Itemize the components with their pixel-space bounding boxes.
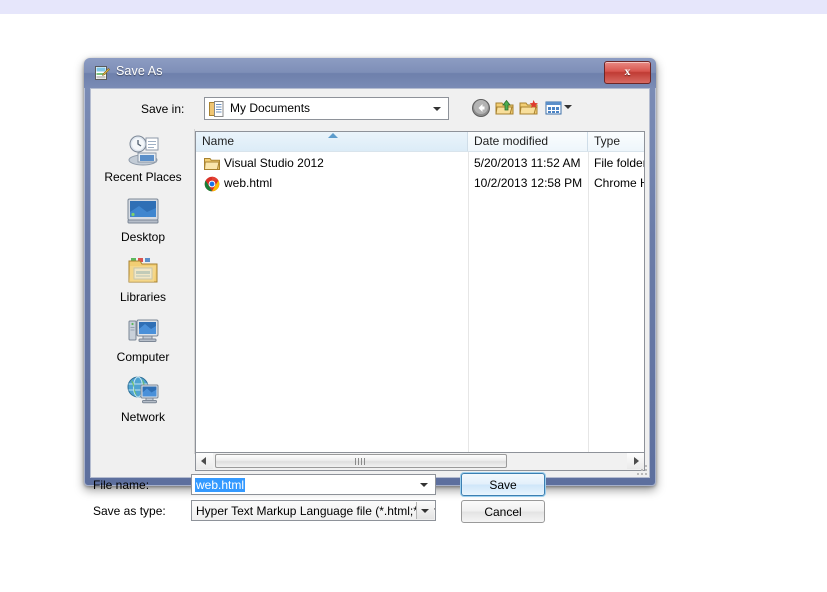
- chevron-down-icon: [421, 509, 429, 513]
- network-icon: [125, 373, 161, 409]
- save-button[interactable]: Save: [461, 473, 545, 496]
- place-label: Network: [120, 410, 165, 424]
- file-date-modified: 5/20/2013 11:52 AM: [474, 156, 581, 170]
- place-desktop[interactable]: Desktop: [92, 193, 194, 244]
- libraries-icon: [125, 253, 161, 289]
- new-folder-icon[interactable]: [518, 97, 540, 119]
- dialog-client-area: Save in: My Documents Recent Places Desk…: [90, 88, 650, 523]
- save-as-type-value: Hyper Text Markup Language file (*.html;…: [196, 504, 436, 518]
- dropdown-button[interactable]: [416, 502, 434, 519]
- places-sidebar: Recent Places Desktop Libraries Computer…: [92, 129, 195, 454]
- file-list[interactable]: Name Date modified Type Visual Studio 20…: [195, 131, 645, 453]
- place-recent-places[interactable]: Recent Places: [92, 133, 194, 184]
- file-date-modified: 10/2/2013 12:58 PM: [474, 176, 583, 190]
- chrome-icon: [204, 176, 220, 192]
- file-name: Visual Studio 2012: [224, 156, 324, 170]
- column-separator: [468, 151, 469, 452]
- save-as-type-label: Save as type:: [93, 504, 166, 518]
- up-folder-icon[interactable]: [494, 97, 516, 119]
- folder-icon: [203, 156, 220, 172]
- file-name-input[interactable]: web.html: [191, 474, 436, 495]
- file-type: Chrome H: [594, 176, 645, 190]
- views-dropdown-arrow-icon[interactable]: [564, 105, 572, 109]
- place-network[interactable]: Network: [92, 373, 194, 424]
- scrollbar-thumb[interactable]: [215, 454, 507, 468]
- file-type: File folder: [594, 156, 645, 170]
- file-list-header: Name Date modified Type: [196, 132, 644, 152]
- views-icon[interactable]: [542, 97, 564, 119]
- cancel-button[interactable]: Cancel: [461, 500, 545, 523]
- place-label: Libraries: [119, 290, 167, 304]
- file-name-label: File name:: [93, 478, 150, 492]
- save-in-combobox[interactable]: My Documents: [204, 97, 449, 120]
- sort-ascending-icon: [328, 133, 338, 138]
- column-separator: [588, 151, 589, 452]
- file-name: web.html: [224, 176, 273, 190]
- column-header-date-modified[interactable]: Date modified: [468, 132, 588, 151]
- dialog-titlebar[interactable]: Save As x: [84, 58, 656, 88]
- horizontal-scrollbar[interactable]: [195, 453, 645, 471]
- place-libraries[interactable]: Libraries: [92, 253, 194, 304]
- dialog-title: Save As: [116, 64, 163, 78]
- save-in-value: My Documents: [230, 101, 311, 115]
- desktop-icon: [125, 193, 161, 229]
- resize-grip[interactable]: [635, 463, 647, 475]
- notepad-document-icon: [94, 65, 110, 81]
- file-name-value: web.html: [195, 478, 246, 492]
- chevron-down-icon: [433, 107, 441, 111]
- table-row[interactable]: web.html 10/2/2013 12:58 PM Chrome H: [196, 174, 644, 194]
- save-as-type-select[interactable]: Hyper Text Markup Language file (*.html;…: [191, 500, 436, 521]
- table-row[interactable]: Visual Studio 2012 5/20/2013 11:52 AM Fi…: [196, 154, 644, 174]
- save-as-dialog: Save As x Save in: My Documents Recent P…: [84, 58, 656, 523]
- place-label: Recent Places: [104, 170, 182, 184]
- triangle-left-icon: [201, 457, 206, 465]
- folder-documents-icon: [209, 101, 224, 117]
- grip-icon: [355, 458, 367, 465]
- column-header-type[interactable]: Type: [588, 132, 644, 151]
- back-icon[interactable]: [470, 97, 492, 119]
- place-computer[interactable]: Computer: [92, 313, 194, 364]
- save-in-label: Save in:: [141, 102, 185, 116]
- chevron-down-icon[interactable]: [420, 483, 428, 487]
- computer-icon: [125, 313, 161, 349]
- close-button[interactable]: x: [604, 61, 651, 84]
- place-label: Computer: [116, 350, 170, 364]
- page-background-band: [0, 0, 827, 14]
- recent-places-icon: [125, 133, 161, 169]
- place-label: Desktop: [120, 230, 166, 244]
- scroll-left-button[interactable]: [196, 453, 213, 469]
- close-icon: x: [624, 64, 631, 78]
